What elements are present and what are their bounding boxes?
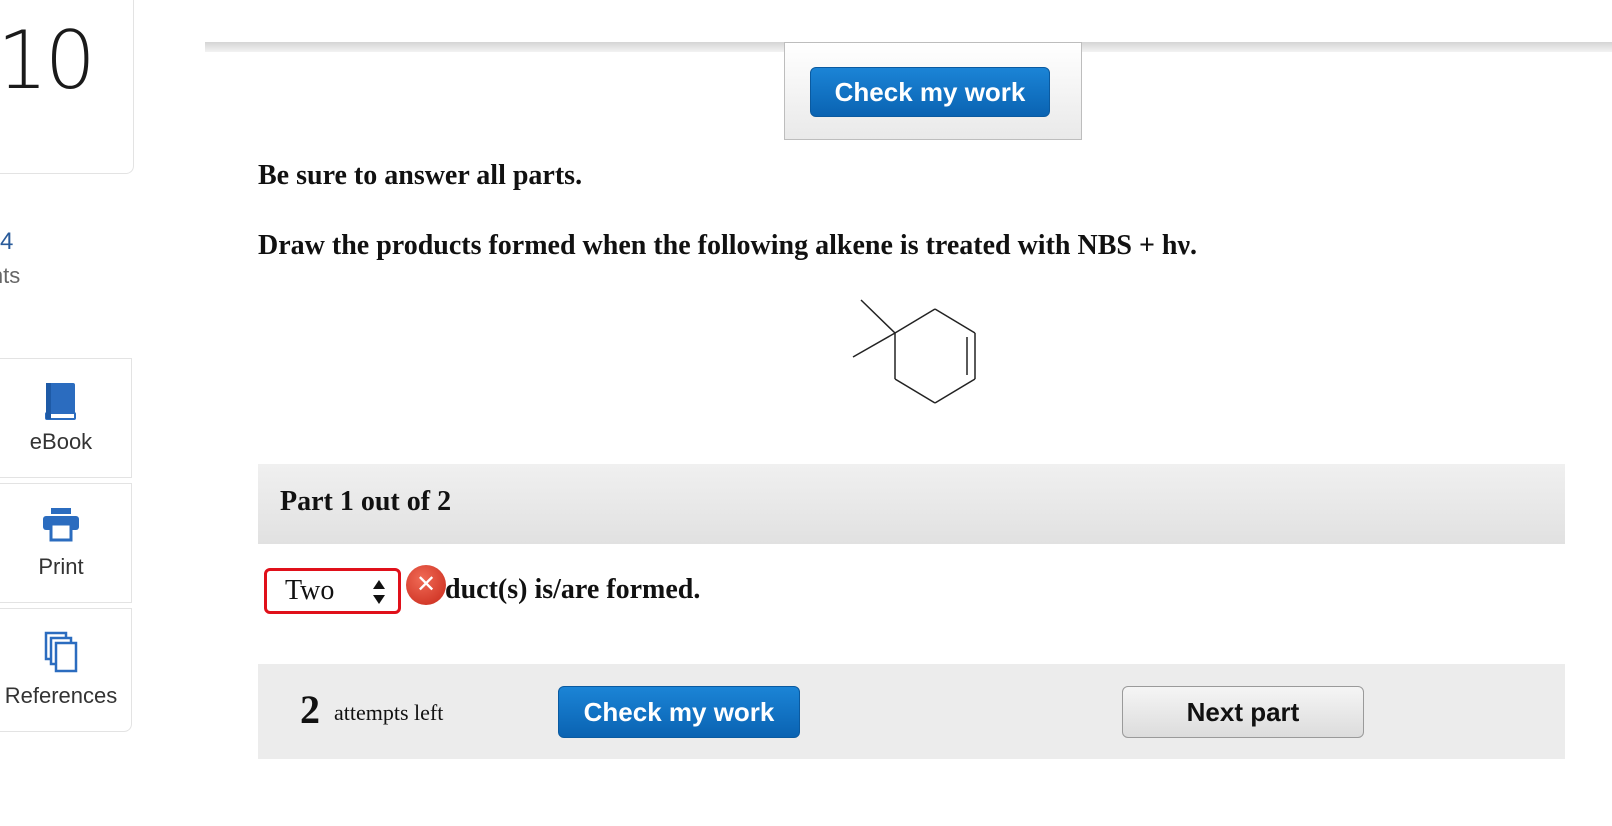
question-number: 10 xyxy=(0,14,96,107)
instruction-text: Be sure to answer all parts. xyxy=(258,160,583,191)
question-number-box: 10 xyxy=(0,0,134,174)
points-label: ints xyxy=(0,263,21,288)
select-value: Two xyxy=(285,575,335,606)
select-arrows-icon xyxy=(372,578,386,611)
x-icon: ✕ xyxy=(406,565,446,605)
part-header: Part 1 out of 2 xyxy=(258,464,1565,544)
check-my-work-button[interactable]: Check my work xyxy=(558,686,800,738)
question-prompt: Draw the products formed when the follow… xyxy=(258,230,1197,261)
printer-icon xyxy=(41,506,81,547)
attempts-count: 2 xyxy=(300,687,320,732)
attempts-bar: 2 attempts left Check my work Next part xyxy=(258,664,1565,759)
part-title: Part 1 out of 2 xyxy=(280,486,452,517)
print-button[interactable]: Print xyxy=(0,483,132,603)
molecule-structure xyxy=(840,295,980,420)
next-part-button[interactable]: Next part xyxy=(1122,686,1364,738)
top-check-panel: Check my work xyxy=(784,42,1082,140)
references-icon xyxy=(43,631,79,678)
references-button[interactable]: References xyxy=(0,608,132,732)
points-value: 4 xyxy=(0,228,14,255)
book-icon xyxy=(43,381,79,426)
check-my-work-button-top[interactable]: Check my work xyxy=(810,67,1050,117)
print-label: Print xyxy=(38,554,84,579)
ebook-label: eBook xyxy=(29,429,93,454)
product-count-select[interactable]: Two xyxy=(264,568,401,614)
ebook-button[interactable]: eBook xyxy=(0,358,132,478)
answer-suffix-text: duct(s) is/are formed. xyxy=(445,574,701,605)
attempts-label: attempts left xyxy=(334,700,444,725)
references-label: References xyxy=(4,683,118,708)
